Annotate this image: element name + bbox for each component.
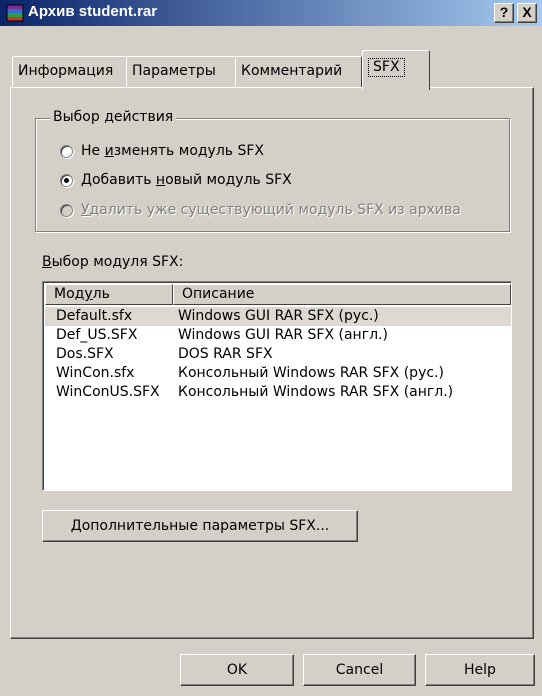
tab-label: Комментарий	[241, 63, 343, 79]
module-description: Консольный Windows RAR SFX (рус.)	[178, 365, 444, 381]
list-item[interactable]: Dos.SFX DOS RAR SFX	[45, 345, 511, 364]
module-description: Windows GUI RAR SFX (рус.)	[178, 308, 379, 324]
module-name: Dos.SFX	[56, 346, 114, 362]
module-description: Консольный Windows RAR SFX (англ.)	[178, 384, 454, 400]
list-header: Модуль Описание	[45, 284, 511, 305]
radio-keep-sfx[interactable]: Не изменять модуль SFX	[60, 140, 264, 162]
help-caption-button[interactable]: ?	[494, 3, 514, 23]
module-name: Def_US.SFX	[56, 327, 138, 343]
close-caption-button[interactable]: X	[517, 3, 537, 23]
module-name: WinCon.sfx	[56, 365, 135, 381]
action-group-legend: Выбор действия	[50, 109, 177, 125]
list-item[interactable]: WinCon.sfx Консольный Windows RAR SFX (р…	[45, 364, 511, 383]
radio-add-sfx[interactable]: Добавить новый модуль SFX	[60, 169, 292, 191]
radio-label: Удалить уже существующий модуль SFX из а…	[81, 202, 461, 218]
module-description: Windows GUI RAR SFX (англ.)	[178, 327, 388, 343]
module-name: WinConUS.SFX	[56, 384, 160, 400]
winrar-archive-icon	[6, 4, 24, 22]
module-name: Default.sfx	[56, 308, 133, 324]
module-description: DOS RAR SFX	[178, 346, 273, 362]
tab-label: SFX	[368, 58, 405, 77]
radio-button	[60, 203, 73, 217]
list-item[interactable]: Default.sfx Windows GUI RAR SFX (рус.)	[45, 307, 511, 326]
tab-sfx[interactable]: SFX	[362, 50, 430, 90]
radio-button[interactable]	[60, 173, 73, 187]
ok-button[interactable]: OK	[180, 654, 294, 686]
column-header-module[interactable]: Модуль	[45, 284, 173, 305]
properties-dialog: Архив student.rar ? X Информация Парамет…	[0, 0, 542, 696]
sfx-module-list[interactable]: Модуль Описание Default.sfx Windows GUI …	[42, 281, 512, 491]
tab-label: Информация	[18, 63, 114, 79]
column-header-description[interactable]: Описание	[173, 284, 511, 305]
tab-information[interactable]: Информация	[12, 56, 127, 88]
title-bar[interactable]: Архив student.rar ? X	[0, 0, 542, 26]
window-title: Архив student.rar	[28, 3, 158, 20]
tab-parameters[interactable]: Параметры	[126, 56, 236, 88]
radio-label: Добавить новый модуль SFX	[81, 172, 292, 188]
module-list-label: Выбор модуля SFX:	[42, 254, 184, 270]
help-button[interactable]: Help	[425, 654, 535, 686]
tab-label: Параметры	[132, 63, 216, 79]
cancel-button[interactable]: Cancel	[303, 654, 416, 686]
list-item[interactable]: Def_US.SFX Windows GUI RAR SFX (англ.)	[45, 326, 511, 345]
radio-remove-sfx: Удалить уже существующий модуль SFX из а…	[60, 199, 461, 221]
radio-button[interactable]	[60, 144, 73, 158]
advanced-sfx-options-button[interactable]: Дополнительные параметры SFX...	[42, 510, 358, 542]
radio-label: Не изменять модуль SFX	[81, 143, 265, 159]
tab-comment[interactable]: Комментарий	[235, 56, 362, 88]
list-item[interactable]: WinConUS.SFX Консольный Windows RAR SFX …	[45, 383, 511, 402]
